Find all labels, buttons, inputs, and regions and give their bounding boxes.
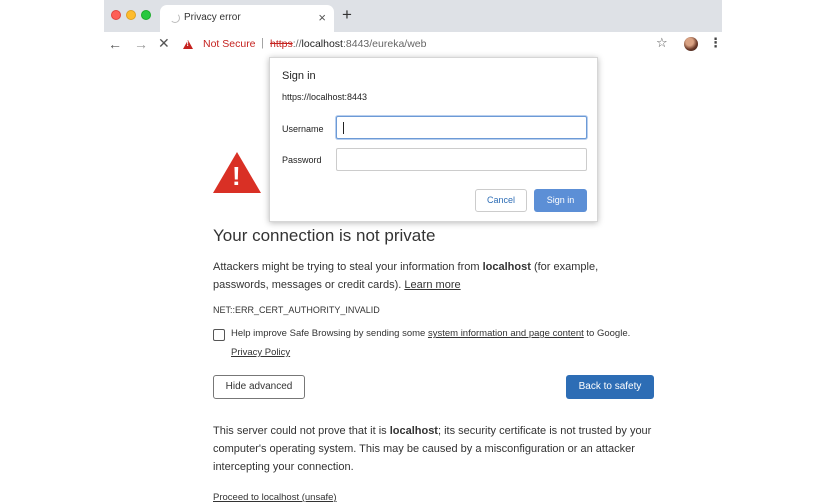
address-bar[interactable]: Not Secure | https://localhost:8443/eure… [180, 35, 680, 55]
sign-in-button[interactable]: Sign in [534, 189, 587, 212]
url-host: localhost [301, 38, 343, 50]
tab-title: Privacy error [184, 12, 241, 23]
warning-text-pre: Attackers might be trying to steal your … [213, 261, 483, 273]
safe-browsing-pre: Help improve Safe Browsing by sending so… [231, 328, 428, 339]
minimize-window-button[interactable] [126, 10, 136, 20]
username-label: Username [282, 124, 324, 134]
proceed-unsafe-link[interactable]: Proceed to localhost (unsafe) [213, 492, 337, 503]
privacy-policy-link[interactable]: Privacy Policy [231, 347, 290, 358]
star-icon[interactable]: ☆ [656, 35, 668, 51]
toolbar: ← → ✕ Not Secure | https://localhost:844… [104, 32, 722, 58]
warning-icon [183, 40, 193, 49]
close-tab-icon[interactable]: × [318, 10, 326, 25]
tab-privacy-error[interactable]: Privacy error × [160, 5, 334, 32]
browser-window-chrome: Privacy error × + ← → ✕ Not Secure | htt… [104, 0, 722, 58]
safe-browsing-text: Help improve Safe Browsing by sending so… [231, 328, 630, 339]
details-host: localhost [389, 425, 438, 437]
new-tab-button[interactable]: + [342, 5, 352, 25]
warning-triangle-icon [213, 152, 261, 193]
url-scheme-separator: :// [292, 38, 302, 50]
forward-button[interactable]: → [134, 36, 148, 52]
menu-icon[interactable]: ⋮ [709, 35, 722, 51]
url-scheme: https [270, 38, 293, 50]
cancel-button[interactable]: Cancel [475, 189, 527, 212]
warning-host: localhost [482, 261, 531, 273]
hide-advanced-button[interactable]: Hide advanced [213, 375, 305, 399]
safe-browsing-post: to Google. [583, 328, 631, 339]
details-text-pre: This server could not prove that it is [213, 425, 390, 437]
safe-browsing-checkbox[interactable] [213, 329, 225, 341]
error-code: NET::ERR_CERT_AUTHORITY_INVALID [213, 305, 380, 315]
url-path: :8443/eureka/web [342, 38, 427, 50]
page-title: Your connection is not private [213, 226, 436, 245]
password-label: Password [282, 155, 322, 165]
avatar[interactable] [684, 37, 698, 51]
back-to-safety-button[interactable]: Back to safety [566, 375, 654, 399]
system-info-link[interactable]: system information and page content [428, 328, 584, 339]
password-field[interactable] [336, 148, 587, 171]
learn-more-link[interactable]: Learn more [404, 279, 460, 291]
back-button[interactable]: ← [108, 36, 122, 52]
dialog-title: Sign in [282, 70, 316, 82]
sign-in-dialog: Sign in https://localhost:8443 Username … [269, 57, 598, 222]
close-window-button[interactable] [111, 10, 121, 20]
tab-strip: Privacy error × + [104, 0, 722, 32]
spinner-icon [170, 13, 180, 23]
warning-paragraph: Attackers might be trying to steal your … [213, 258, 643, 294]
stop-loading-button[interactable]: ✕ [158, 35, 170, 52]
username-field[interactable] [336, 116, 587, 139]
text-caret [343, 122, 344, 134]
dialog-origin: https://localhost:8443 [282, 92, 368, 102]
maximize-window-button[interactable] [141, 10, 151, 20]
details-paragraph: This server could not prove that it is l… [213, 422, 653, 476]
security-separator: | [261, 37, 264, 49]
security-indicator[interactable]: Not Secure [203, 38, 256, 50]
url-text[interactable]: https://localhost:8443/eureka/web [270, 38, 426, 50]
